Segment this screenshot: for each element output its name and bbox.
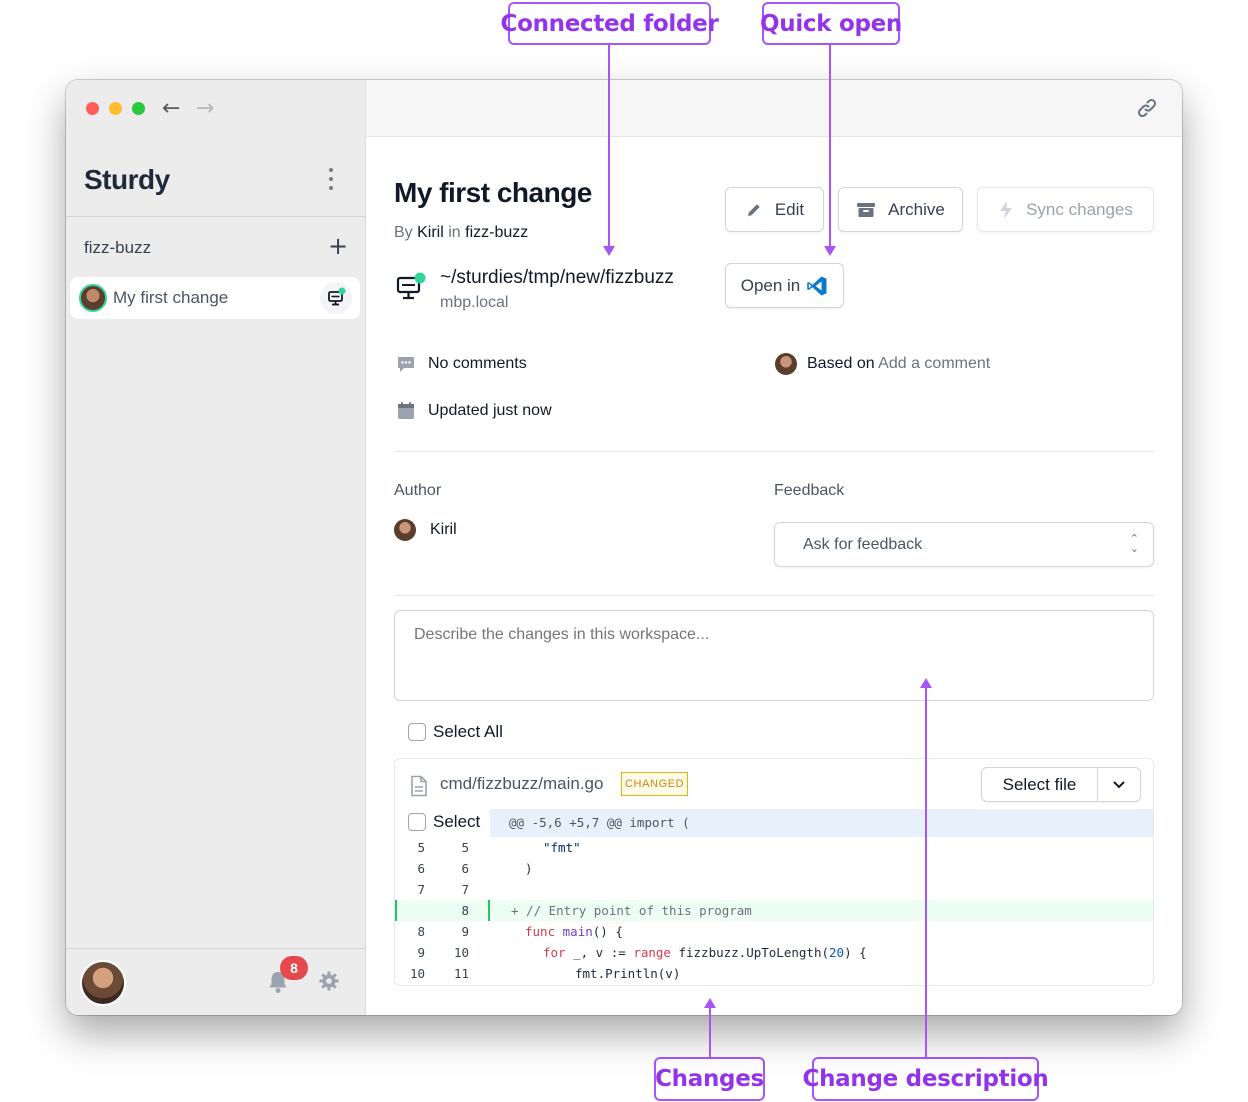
connected-folder-path: ~/sturdies/tmp/new/fizzbuzz xyxy=(440,267,674,288)
document-icon xyxy=(410,775,428,802)
chevron-up-down-icon: ⌃ ⌄ xyxy=(1129,532,1139,555)
open-in-editor-button[interactable]: Open in xyxy=(725,263,844,308)
archive-label: Archive xyxy=(888,199,945,219)
callout-change-description: Change description xyxy=(803,1057,1049,1101)
sidebar-divider xyxy=(66,216,366,217)
author-name: Kiril xyxy=(430,521,457,538)
user-avatar[interactable] xyxy=(80,960,126,1006)
sidebar: ← → Sturdy fizz-buzz + My first change 8 xyxy=(66,80,366,1015)
sidebar-footer-divider xyxy=(66,948,366,949)
callout-connected-folder: Connected folder xyxy=(500,2,719,45)
code-line: 89 func main() { xyxy=(417,924,623,939)
archive-button[interactable]: Archive xyxy=(838,187,963,232)
edit-button[interactable]: Edit xyxy=(725,187,824,232)
code-line-added: 8 + // Entry point of this program xyxy=(395,900,1153,921)
comments-label: No comments xyxy=(428,355,527,372)
top-bar xyxy=(366,80,1182,137)
computer-connected-icon xyxy=(396,272,426,307)
author-label: Author xyxy=(394,482,442,499)
page-title: My first change xyxy=(394,177,592,208)
screenshot-stage: Connected folder Quick open Changes Chan… xyxy=(0,0,1248,1102)
sync-changes-label: Sync changes xyxy=(1026,199,1133,219)
sync-changes-button[interactable]: Sync changes xyxy=(977,187,1154,232)
select-hunk-label: Select xyxy=(433,812,481,831)
sidebar-item-label: My first change xyxy=(113,288,229,307)
select-file-split-button: Select file xyxy=(981,767,1141,802)
edit-label: Edit xyxy=(774,199,805,219)
pencil-icon xyxy=(747,203,760,216)
divider xyxy=(394,451,1154,452)
lightning-icon xyxy=(1000,200,1013,219)
connected-host: mbp.local xyxy=(440,294,509,311)
based-on-meta: Based on Add a comment xyxy=(775,353,990,375)
added-marker xyxy=(395,900,397,921)
code-line: 66 ) xyxy=(417,861,533,876)
computer-connected-icon xyxy=(320,282,352,314)
based-on-label: Based on xyxy=(807,355,875,372)
code-line: 55 "fmt" xyxy=(417,840,581,855)
byline-author[interactable]: Kiril xyxy=(417,224,444,241)
select-hunk-checkbox[interactable] xyxy=(408,813,426,831)
zoom-window-button[interactable] xyxy=(132,102,145,115)
forward-arrow-icon[interactable]: → xyxy=(196,96,214,121)
avatar xyxy=(79,284,107,312)
select-all-checkbox[interactable] xyxy=(408,723,426,741)
notification-count-badge: 8 xyxy=(280,956,308,980)
feedback-select[interactable]: Ask for feedback ⌃ ⌄ xyxy=(774,522,1154,567)
avatar xyxy=(775,353,797,375)
app-window: ← → Sturdy fizz-buzz + My first change 8… xyxy=(66,80,1182,1015)
chat-bubble-icon xyxy=(398,357,414,372)
vscode-icon xyxy=(807,276,827,295)
back-arrow-icon[interactable]: ← xyxy=(162,96,180,121)
close-window-button[interactable] xyxy=(86,102,99,115)
add-workspace-icon[interactable]: + xyxy=(328,232,348,260)
author-entry: Kiril xyxy=(394,519,457,541)
updated-meta: Updated just now xyxy=(396,401,552,421)
gear-icon[interactable] xyxy=(318,970,340,997)
app-brand: Sturdy xyxy=(84,164,170,195)
minimize-window-button[interactable] xyxy=(109,102,122,115)
comments-meta: No comments xyxy=(396,354,527,374)
change-description-input[interactable] xyxy=(394,610,1154,701)
feedback-select-value: Ask for feedback xyxy=(803,536,923,553)
byline-repo[interactable]: fizz-buzz xyxy=(465,224,528,241)
callout-quick-open: Quick open xyxy=(760,2,902,45)
main-panel: My first change By Kiril in fizz-buzz Ed… xyxy=(366,80,1182,1015)
byline: By Kiril in fizz-buzz xyxy=(394,224,528,242)
byline-prefix: By xyxy=(394,224,413,241)
chevron-down-icon[interactable] xyxy=(1098,768,1140,801)
file-diff: cmd/fizzbuzz/main.go CHANGED Select file… xyxy=(394,758,1154,986)
open-in-label: Open in xyxy=(740,275,801,295)
code-func-main: func main() { xyxy=(525,924,623,939)
updated-label: Updated just now xyxy=(428,402,552,419)
callout-changes: Changes xyxy=(654,1057,765,1101)
byline-in: in xyxy=(448,224,461,241)
select-file-button[interactable]: Select file xyxy=(982,768,1098,801)
code-line: 10 11 fmt.Println(v) xyxy=(409,966,681,981)
sidebar-repo-name[interactable]: fizz-buzz xyxy=(84,238,151,258)
code-for-range: for _, v := range fizzbuzz.UpToLength(20… xyxy=(543,945,867,960)
avatar xyxy=(394,519,416,541)
added-marker xyxy=(488,900,490,921)
hunk-header: @@ -5,6 +5,7 @@ import ( xyxy=(490,809,1153,837)
divider xyxy=(394,595,1154,596)
sidebar-item-my-first-change[interactable]: My first change xyxy=(70,277,360,319)
diff-file-name: cmd/fizzbuzz/main.go xyxy=(440,774,604,793)
add-comment-link[interactable]: Add a comment xyxy=(878,355,990,372)
select-all-label: Select All xyxy=(433,722,503,741)
feedback-label: Feedback xyxy=(774,482,845,499)
code-line: 77 xyxy=(417,882,469,897)
code-line: 9 10 for _, v := range fizzbuzz.UpToLengt… xyxy=(417,945,867,960)
link-icon[interactable] xyxy=(1136,97,1158,124)
calendar-icon xyxy=(398,402,414,419)
more-options-icon[interactable] xyxy=(328,168,334,190)
archive-icon xyxy=(857,202,876,217)
status-badge: CHANGED xyxy=(621,772,689,796)
